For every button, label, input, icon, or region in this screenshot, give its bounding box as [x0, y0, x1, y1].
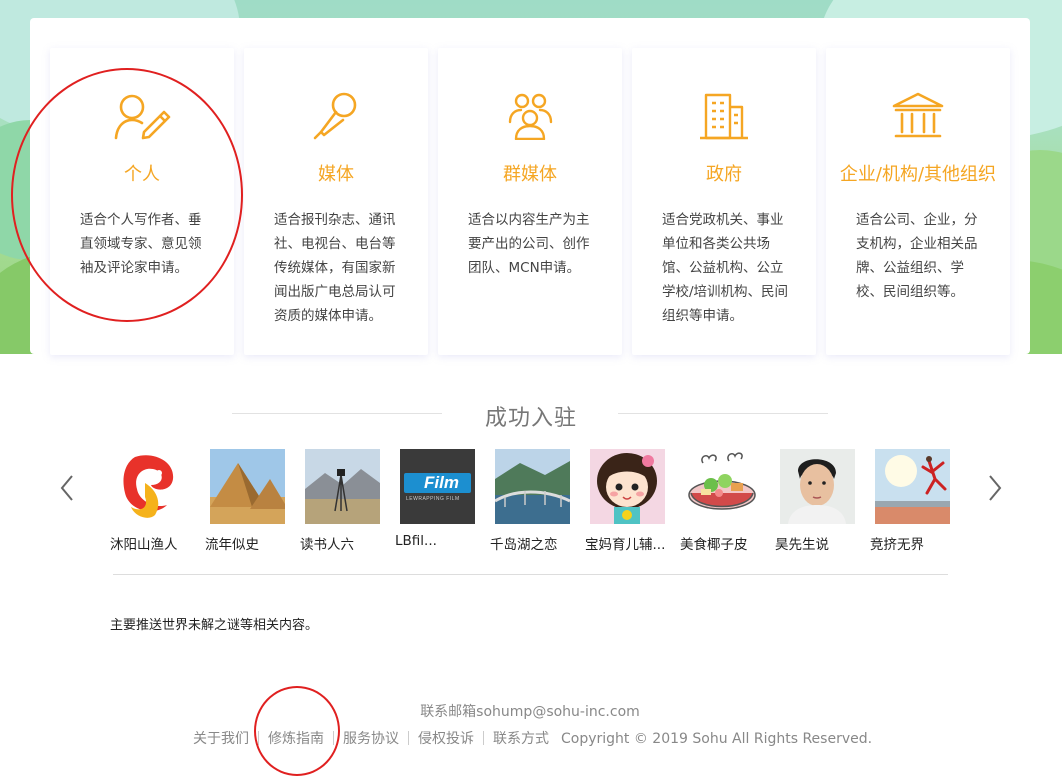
carousel-item[interactable]: 读书人六: [300, 449, 384, 553]
carousel-item[interactable]: 宝妈育儿辅...: [585, 449, 669, 553]
carousel-item[interactable]: 美食椰子皮: [680, 449, 764, 553]
type-card-group-media[interactable]: 群媒体 适合以内容生产为主要产出的公司、创作团队、MCN申请。: [438, 48, 622, 355]
type-description: 适合以内容生产为主要产出的公司、创作团队、MCN申请。: [468, 212, 590, 276]
entry-name: 读书人六: [300, 537, 354, 553]
type-card-enterprise[interactable]: 企业/机构/其他组织 适合公司、企业，分支机构，企业相关品牌、公益组织、学校、民…: [826, 48, 1010, 355]
avatar: [875, 449, 950, 524]
chevron-right-icon[interactable]: [982, 470, 1006, 506]
carousel-item[interactable]: 昊先生说: [775, 449, 859, 553]
section-title: 成功入驻: [484, 406, 577, 431]
avatar: [590, 449, 665, 524]
annotation-circle: [254, 686, 340, 776]
avatar: [495, 449, 570, 524]
success-carousel: 沐阳山渔人 流年似史 读书人六 Film LEWRAPPING FILM LBf…: [110, 449, 970, 559]
carousel-item[interactable]: 竞挤无界: [870, 449, 954, 553]
chevron-left-icon[interactable]: [56, 470, 80, 506]
entry-name: 流年似史: [205, 537, 259, 553]
entry-name: LBfil...: [395, 533, 437, 549]
logo-text: Film: [424, 473, 459, 492]
footer-link-infringement[interactable]: 侵权投诉: [418, 728, 474, 748]
entry-name: 千岛湖之恋: [490, 537, 558, 553]
type-title: 企业/机构/其他组织: [839, 164, 997, 185]
type-title: 媒体: [318, 164, 354, 185]
entry-name: 宝妈育儿辅...: [585, 537, 666, 553]
avatar: Film LEWRAPPING FILM: [400, 449, 475, 524]
building-icon: [700, 93, 748, 140]
avatar: [780, 449, 855, 524]
carousel-item[interactable]: 流年似史: [205, 449, 289, 553]
type-title: 政府: [706, 164, 742, 185]
group-icon: [508, 93, 553, 140]
carousel-item[interactable]: Film LEWRAPPING FILM LBfil...: [395, 449, 479, 549]
type-card-government[interactable]: 政府 适合党政机关、事业单位和各类公共场馆、公益机构、公立学校/培训机构、民间组…: [632, 48, 816, 355]
type-description: 适合党政机关、事业单位和各类公共场馆、公益机构、公立学校/培训机构、民间组织等申…: [662, 212, 789, 324]
logo-subtext: LEWRAPPING FILM: [406, 496, 460, 502]
avatar: [115, 449, 190, 524]
carousel-item[interactable]: 沐阳山渔人: [110, 449, 194, 553]
type-card-media[interactable]: 媒体 适合报刊杂志、通讯社、电视台、电台等传统媒体，有国家新闻出版广电总局认可资…: [244, 48, 428, 355]
institution-icon: [892, 92, 944, 138]
divider: [113, 574, 948, 575]
footer-link-contact[interactable]: 联系方式: [493, 728, 549, 748]
annotation-circle: [11, 68, 243, 322]
section-line-right: [618, 413, 828, 414]
type-title: 群媒体: [503, 164, 557, 185]
footer-link-terms[interactable]: 服务协议: [343, 728, 399, 748]
separator: [408, 731, 409, 745]
type-description: 适合公司、企业，分支机构，企业相关品牌、公益组织、学校、民间组织等。: [856, 212, 978, 300]
contact-email: 联系邮箱sohump@sohu-inc.com: [420, 704, 640, 720]
footer-link-about[interactable]: 关于我们: [193, 728, 249, 748]
avatar: [210, 449, 285, 524]
entry-name: 昊先生说: [775, 537, 829, 553]
carousel-item[interactable]: 千岛湖之恋: [490, 449, 574, 553]
copyright: Copyright © 2019 Sohu All Rights Reserve…: [561, 731, 873, 747]
type-description: 适合报刊杂志、通讯社、电视台、电台等传统媒体，有国家新闻出版广电总局认可资质的媒…: [274, 212, 396, 324]
entry-name: 竞挤无界: [870, 537, 924, 553]
entry-name: 沐阳山渔人: [110, 537, 178, 553]
microphone-icon: [313, 92, 357, 140]
avatar: [685, 449, 760, 524]
separator: [483, 731, 484, 745]
entry-name: 美食椰子皮: [680, 537, 748, 553]
entry-intro: 主要推送世界未解之谜等相关内容。: [110, 618, 319, 633]
avatar: [305, 449, 380, 524]
